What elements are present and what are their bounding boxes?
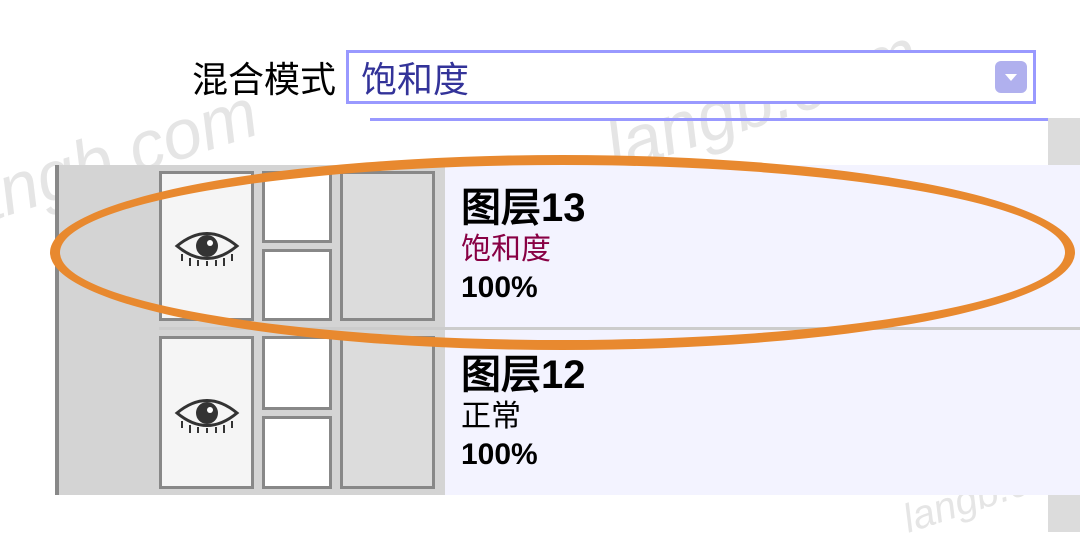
layer-name: 图层12 [461, 353, 1064, 397]
layer-info[interactable]: 图层12 正常 100% [445, 330, 1080, 495]
layer-opacity: 100% [461, 437, 1064, 473]
blend-mode-label: 混合模式 [192, 51, 336, 103]
layer-blend-mode: 正常 [461, 399, 1064, 435]
lock-box[interactable] [262, 249, 332, 321]
layer-info[interactable]: 图层13 饱和度 100% [445, 165, 1080, 327]
dropdown-button[interactable] [995, 61, 1027, 93]
divider-line [370, 118, 1080, 122]
blend-mode-select[interactable]: 饱和度 [346, 50, 1036, 104]
layer-name: 图层13 [461, 186, 1064, 230]
visibility-toggle[interactable] [159, 171, 254, 321]
blend-mode-bar: 混合模式 饱和度 [192, 50, 1036, 104]
lock-box[interactable] [262, 171, 332, 243]
layer-thumbnail[interactable] [340, 171, 435, 321]
lock-box[interactable] [262, 416, 332, 490]
layer-lock-boxes [262, 171, 332, 321]
layer-opacity: 100% [461, 270, 1064, 306]
layer-row[interactable]: 图层13 饱和度 100% [159, 165, 1080, 330]
blend-mode-value: 饱和度 [361, 51, 469, 103]
visibility-toggle[interactable] [159, 336, 254, 489]
layer-row[interactable]: 图层12 正常 100% [159, 330, 1080, 495]
eye-icon [172, 226, 242, 266]
layers-panel: 图层13 饱和度 100% 图层12 正常 100% [55, 165, 1080, 495]
chevron-down-icon [1005, 74, 1017, 81]
lock-box[interactable] [262, 336, 332, 410]
layer-lock-boxes [262, 336, 332, 489]
layer-thumbnail[interactable] [340, 336, 435, 489]
layer-blend-mode: 饱和度 [461, 232, 1064, 268]
eye-icon [172, 393, 242, 433]
